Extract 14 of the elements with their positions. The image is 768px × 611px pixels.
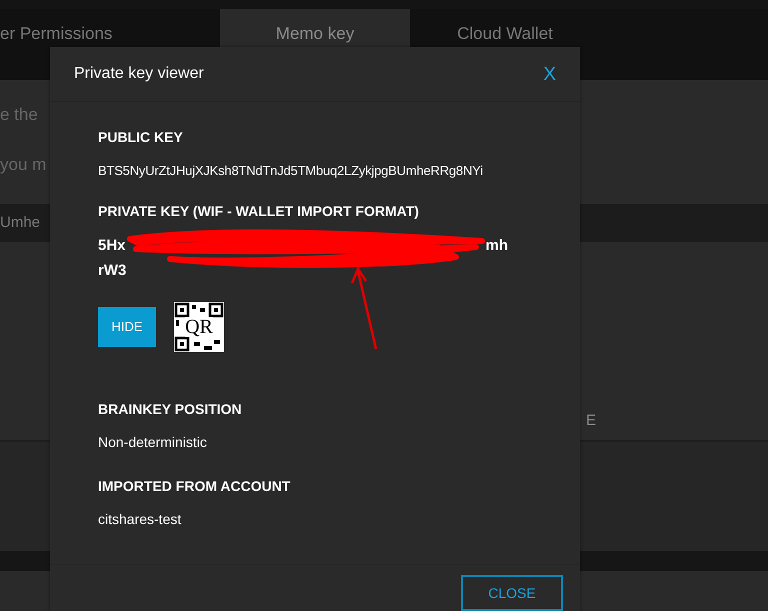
arrow-icon	[350, 265, 380, 351]
dialog-title: Private key viewer	[74, 64, 204, 84]
account-name: citshares-test	[98, 510, 182, 529]
description-text: you m	[0, 155, 46, 174]
field-label: IMPORTED FROM ACCOUNT	[98, 477, 292, 496]
public-key-value: BTS5NyUrZtJHujXJKsh8TNdTnJd5TMbuq2LZykjpgBUmheRRg8NYi	[98, 162, 484, 180]
hide-button[interactable]: HIDE	[98, 307, 156, 347]
close-button[interactable]: CLOSE	[461, 575, 563, 611]
description-text: e the	[0, 105, 38, 124]
field-label: PUBLIC KEY	[98, 128, 184, 147]
field-label: BRAINKEY POSITION	[98, 400, 243, 419]
qr-code[interactable]: QR	[174, 302, 224, 352]
private-key-line: rW3	[98, 260, 128, 280]
field-label: PRIVATE KEY (WIF - WALLET IMPORT FORMAT)	[98, 202, 420, 221]
